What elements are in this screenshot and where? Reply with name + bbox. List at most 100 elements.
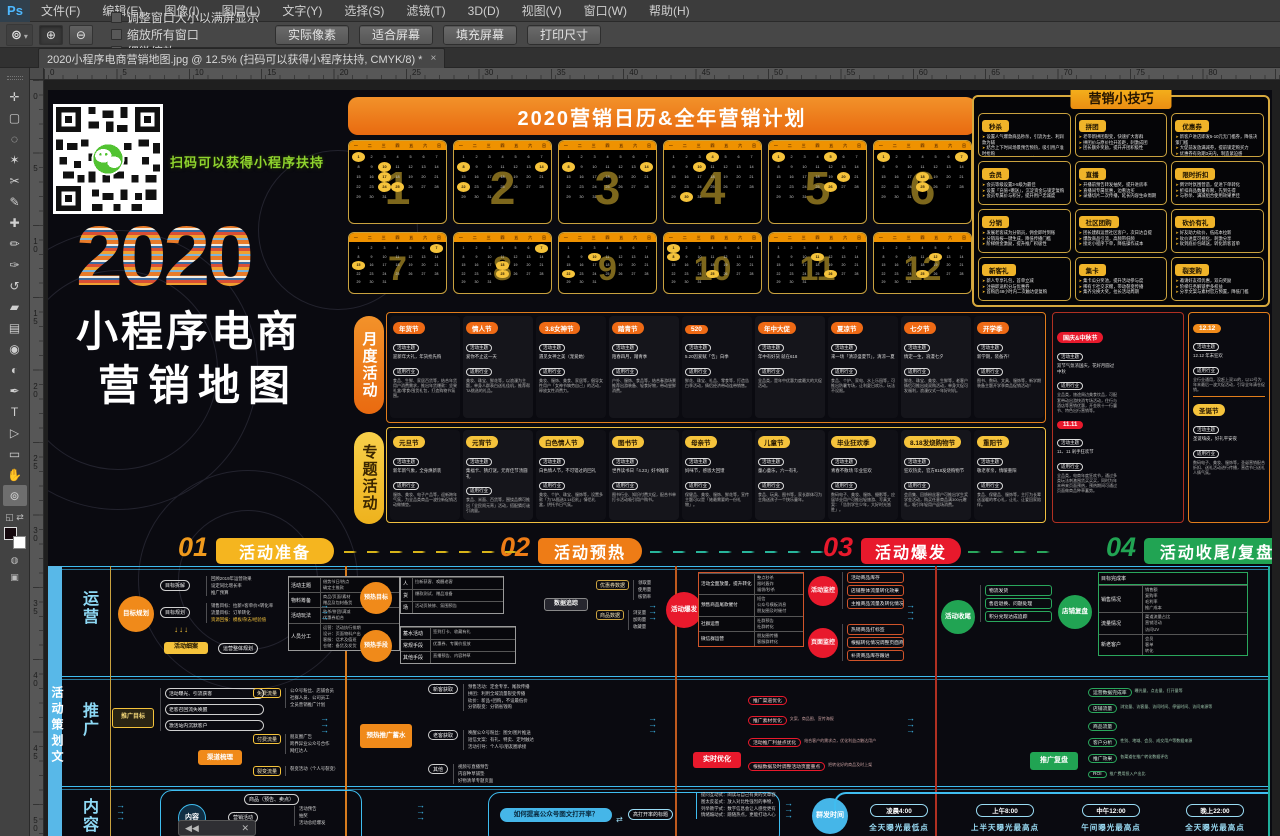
flow-arrow-icon: [906, 602, 915, 620]
swap-arrows-icon: [616, 809, 623, 827]
review-row: 新老客户 会员客单转化: [1099, 634, 1247, 655]
prep-row-label: 人员分工: [289, 624, 321, 650]
menu-item[interactable]: 3D(D): [457, 4, 511, 18]
tool-button[interactable]: ▭: [3, 443, 27, 464]
close-icon[interactable]: ×: [430, 53, 436, 64]
menu-item[interactable]: 视图(V): [511, 4, 573, 18]
special-card: 元旦节 活动主题 新年新气象，全身焕新装 适用行业 服饰、美妆、电子产品等，迎新…: [390, 430, 460, 520]
rewind-icon[interactable]: ◀◀: [185, 823, 199, 834]
tool-button[interactable]: ✚: [3, 212, 27, 233]
menu-item[interactable]: 窗口(W): [573, 4, 638, 18]
text-line: 活动总结爆发: [299, 820, 356, 827]
opt-item: 推广渠道优化: [748, 696, 918, 705]
industry-tag: 适用行业: [466, 368, 492, 376]
calendar-days: 1234567891011121314151617181920212223242…: [349, 242, 446, 289]
tool-button[interactable]: ◐: [3, 359, 27, 380]
holiday-title: 开学季: [977, 322, 1009, 334]
zoom-tool-preset[interactable]: [6, 24, 33, 46]
tool-button[interactable]: ✶: [3, 149, 27, 170]
monitor-item: 活动商品库存: [847, 572, 904, 583]
holiday-title: 情人节: [466, 322, 498, 334]
tool-button[interactable]: ⊚: [3, 485, 27, 506]
theme-text: 新学期，装备齐！: [977, 354, 1041, 360]
node-goal-break: 目标拆解: [160, 580, 190, 591]
tool-button[interactable]: ▰: [3, 296, 27, 317]
phase-number: 01: [178, 532, 208, 563]
calendar-month: 一二三四五六日 6 123456789101112131415161718192…: [873, 140, 972, 224]
calendar-weekday-row: 一二三四五六日: [559, 233, 656, 242]
monitor-item: 根据转化情况调整页面商品: [847, 637, 904, 648]
theme-tag: 活动主题: [1057, 353, 1083, 361]
tool-button[interactable]: ↺: [3, 275, 27, 296]
tip-line: 发展老客成为分销员，佣金即时到账: [982, 230, 1067, 236]
menu-item[interactable]: 选择(S): [333, 4, 395, 18]
document-tab[interactable]: 2020小程序电商营销地图.jpg @ 12.5% (扫码可以获得小程序扶持, …: [38, 48, 445, 68]
palette-grip[interactable]: [7, 76, 23, 80]
canvas-area[interactable]: 扫码可以获得小程序扶持 2020 小程序电商 营销地图 2020营销日历&全年营…: [44, 80, 1280, 836]
floating-mini-toolbar[interactable]: ◀◀ ✕: [178, 820, 256, 836]
tip-line: 首购后48小时内二次触达促复购: [982, 289, 1067, 295]
holiday-title: 毕业狂欢季: [831, 436, 876, 448]
tip-line: 团长额外奖励，提升开团积极性: [1079, 145, 1164, 151]
industry-tag: 适用行业: [904, 482, 930, 490]
menu-item[interactable]: 帮助(H): [638, 4, 701, 18]
text-line: 直播预告、内容种草: [433, 653, 513, 659]
tool-button[interactable]: ▢: [3, 107, 27, 128]
industry-tag: 适用行业: [1193, 367, 1219, 375]
tool-button[interactable]: ✏: [3, 233, 27, 254]
theme-text: 狂欢热卖，官方818发烧购物节: [904, 468, 968, 474]
zoom-in-button[interactable]: [39, 25, 63, 45]
tool-button[interactable]: ✂: [3, 170, 27, 191]
option-button[interactable]: 实际像素: [275, 25, 349, 45]
promo-goal-item: 活动曝光、引流获客: [165, 688, 264, 699]
option-button[interactable]: 适合屏幕: [359, 25, 433, 45]
screen-mode-icon[interactable]: ▣: [10, 572, 19, 583]
poster-year: 2020: [76, 208, 251, 305]
quick-mask-icon[interactable]: ◍: [11, 555, 19, 566]
tool-button[interactable]: ✛: [3, 86, 27, 107]
option-button[interactable]: 填充屏幕: [443, 25, 517, 45]
flow-arrow-icon: [320, 602, 329, 620]
industry-tag: 适用行业: [831, 368, 857, 376]
option-checkbox[interactable]: 调整窗口大小以满屏显示: [111, 9, 259, 26]
ruler-top[interactable]: 05101520253035404550556065707580: [44, 68, 1280, 80]
option-button[interactable]: 打印尺寸: [527, 25, 601, 45]
theme-tag: 活动主题: [904, 344, 930, 352]
theme-tag: 活动主题: [758, 344, 784, 352]
tip-label: 直播: [1079, 168, 1106, 180]
preheat-means-row: 常规手段 优惠券、专属价投放: [401, 639, 515, 651]
menu-item[interactable]: 滤镜(T): [395, 4, 456, 18]
color-swatches[interactable]: [4, 527, 26, 549]
calendar-days: 1234567891011121314151617181920212223242…: [874, 150, 971, 204]
background-swatch[interactable]: [13, 536, 26, 549]
tool-button[interactable]: ▷: [3, 422, 27, 443]
zoom-out-button[interactable]: [69, 25, 93, 45]
menu-item[interactable]: 文件(F): [30, 4, 91, 18]
special-card: 母亲节 活动主题 妈咪节，感恩大回馈 适用行业 保健品、美妆、服饰、鲜花等，宣传…: [682, 430, 752, 520]
holiday-title: 国庆&中秋节: [1057, 332, 1103, 343]
industry-text: 美妆、个护、珠宝、服饰等，设置多款「为TA甄选3.14回礼」情侣礼盒，烘托节日气…: [539, 492, 603, 508]
theme-tag: 活动主题: [466, 458, 492, 466]
tool-button[interactable]: ◉: [3, 338, 27, 359]
promo-review-item: 运营数据完成率 曝光量、点击量、打开量等: [1088, 688, 1266, 697]
holiday-title: 图书节: [612, 436, 644, 448]
prep-row-label: 活动玩法: [289, 608, 321, 622]
industry-text: 保健品、美妆、服饰、鲜花等，宣传主题可以是「她最需要的一份礼物」。: [685, 492, 749, 508]
menu-item[interactable]: 文字(Y): [271, 4, 333, 18]
theme-text: 爱你不止这一天: [466, 354, 530, 360]
holiday-title: 11.11: [1057, 421, 1083, 429]
tool-button[interactable]: ✒: [3, 380, 27, 401]
year-end-box: 12.12 活动主题 12.12 年末狂欢 适用行业 全行业通用，没赶上双11的…: [1188, 312, 1270, 523]
industry-text: 食品、个护、家电、水上乐园等，可推出防暑专场，让利夏日欢乐，玩法不设限。: [831, 378, 895, 394]
tool-button[interactable]: ▤: [3, 317, 27, 338]
calendar-weekday-row: 一二三四五六日: [664, 233, 761, 242]
tool-button[interactable]: ✎: [3, 191, 27, 212]
option-checkbox[interactable]: 缩放所有窗口: [111, 26, 259, 43]
close-icon[interactable]: ✕: [241, 823, 249, 834]
tool-button[interactable]: ◌: [3, 128, 27, 149]
swatch-reset-icon[interactable]: ◱ ⇄: [5, 512, 24, 523]
tool-button[interactable]: T: [3, 401, 27, 422]
tool-button[interactable]: ✋: [3, 464, 27, 485]
tool-button[interactable]: ✑: [3, 254, 27, 275]
ruler-left[interactable]: 05101520253035404550: [30, 80, 44, 836]
